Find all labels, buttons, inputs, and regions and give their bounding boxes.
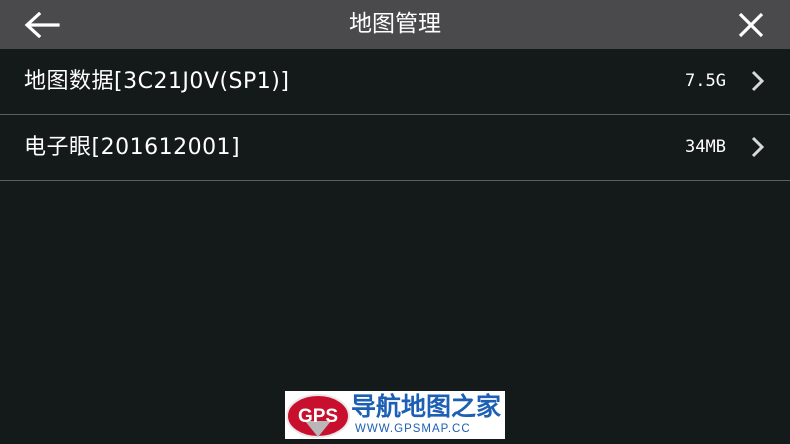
list-item-map-data[interactable]: 地图数据[3C21J0V(SP1)] 7.5G [0,49,790,115]
list-item-label: 地图数据[3C21J0V(SP1)] [24,69,290,94]
arrow-left-icon [24,12,60,38]
watermark-url: WWW.GPSMAP.CC [355,423,471,435]
list-item-size: 7.5G [685,71,726,91]
close-button[interactable] [726,4,776,46]
title-bar: 地图管理 [0,0,790,49]
page-title: 地图管理 [349,11,441,37]
close-icon [738,12,764,38]
logo-text: GPS [298,406,338,427]
chevron-right-icon [751,136,765,158]
gps-logo-icon: GPS [286,394,350,438]
map-data-list: 地图数据[3C21J0V(SP1)] 7.5G 电子眼[201612001] 3… [0,49,790,181]
chevron-right-icon [751,70,765,92]
watermark-name: 导航地图之家 [351,392,502,421]
list-item-speed-camera[interactable]: 电子眼[201612001] 34MB [0,115,790,181]
watermark: GPS 导航地图之家 WWW.GPSMAP.CC [285,391,505,439]
back-button[interactable] [14,4,70,46]
list-item-label: 电子眼[201612001] [24,135,241,160]
list-item-size: 34MB [685,137,726,157]
